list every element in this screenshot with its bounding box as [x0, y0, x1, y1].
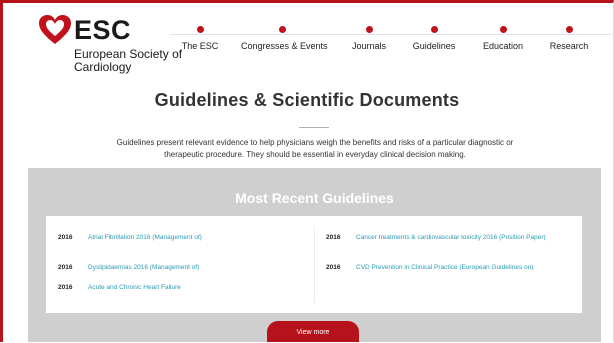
- card-divider: [314, 226, 315, 303]
- nav-dot-icon: [365, 26, 373, 33]
- nav-label: The ESC: [181, 41, 219, 51]
- nav-dot-icon: [430, 26, 438, 33]
- guideline-link[interactable]: Acute and Chronic Heart Failure: [88, 283, 181, 292]
- nav-label: Guidelines: [412, 41, 456, 51]
- guideline-year: 2016: [326, 234, 341, 241]
- guideline-link[interactable]: Cancer treatments & cardiovascular toxic…: [356, 233, 561, 242]
- guideline-link[interactable]: Atrial Fibrillation 2016 (Management of): [88, 233, 202, 242]
- logo-acronym: ESC: [74, 15, 132, 45]
- title-divider: [299, 127, 329, 128]
- heart-logo-icon: [39, 15, 71, 44]
- esc-logo[interactable]: ESC European Society of Cardiology: [38, 14, 182, 76]
- guideline-year: 2016: [58, 284, 73, 291]
- guideline-year: 2016: [58, 264, 73, 271]
- nav-dot-icon: [278, 26, 286, 33]
- nav-item-education[interactable]: Education: [479, 26, 527, 51]
- section-title: Most Recent Guidelines: [235, 190, 394, 206]
- view-more-button[interactable]: View more: [267, 321, 359, 342]
- guideline-year: 2016: [326, 264, 341, 271]
- nav-label: Journals: [351, 41, 387, 51]
- most-recent-guidelines-section: Most Recent Guidelines 2016 Atrial Fibri…: [28, 168, 601, 342]
- nav-label: Education: [482, 41, 524, 51]
- nav-item-guidelines[interactable]: Guidelines: [410, 26, 458, 51]
- page-title: Guidelines & Scientific Documents: [154, 90, 460, 110]
- nav-item-congresses-events[interactable]: Congresses & Events: [241, 26, 328, 51]
- nav-dot-icon: [499, 26, 507, 33]
- nav-dot-icon: [565, 26, 573, 33]
- nav-label: Congresses & Events: [241, 41, 328, 51]
- guideline-year: 2016: [58, 234, 73, 241]
- nav-item-research[interactable]: Research: [547, 26, 591, 51]
- logo-name: European Society of Cardiology: [74, 47, 183, 74]
- guideline-link[interactable]: Dyslipidaemias 2016 (Management of): [88, 263, 199, 272]
- nav-item-the-esc[interactable]: The ESC: [177, 26, 223, 51]
- nav-item-journals[interactable]: Journals: [348, 26, 390, 51]
- nav-label: Research: [549, 41, 589, 51]
- guidelines-card: 2016 Atrial Fibrillation 2016 (Managemen…: [46, 216, 582, 313]
- nav-dot-icon: [196, 26, 204, 33]
- intro-text: Guidelines present relevant evidence to …: [116, 138, 514, 159]
- guideline-link[interactable]: CVD Prevention in Clinical Practice (Eur…: [356, 263, 571, 272]
